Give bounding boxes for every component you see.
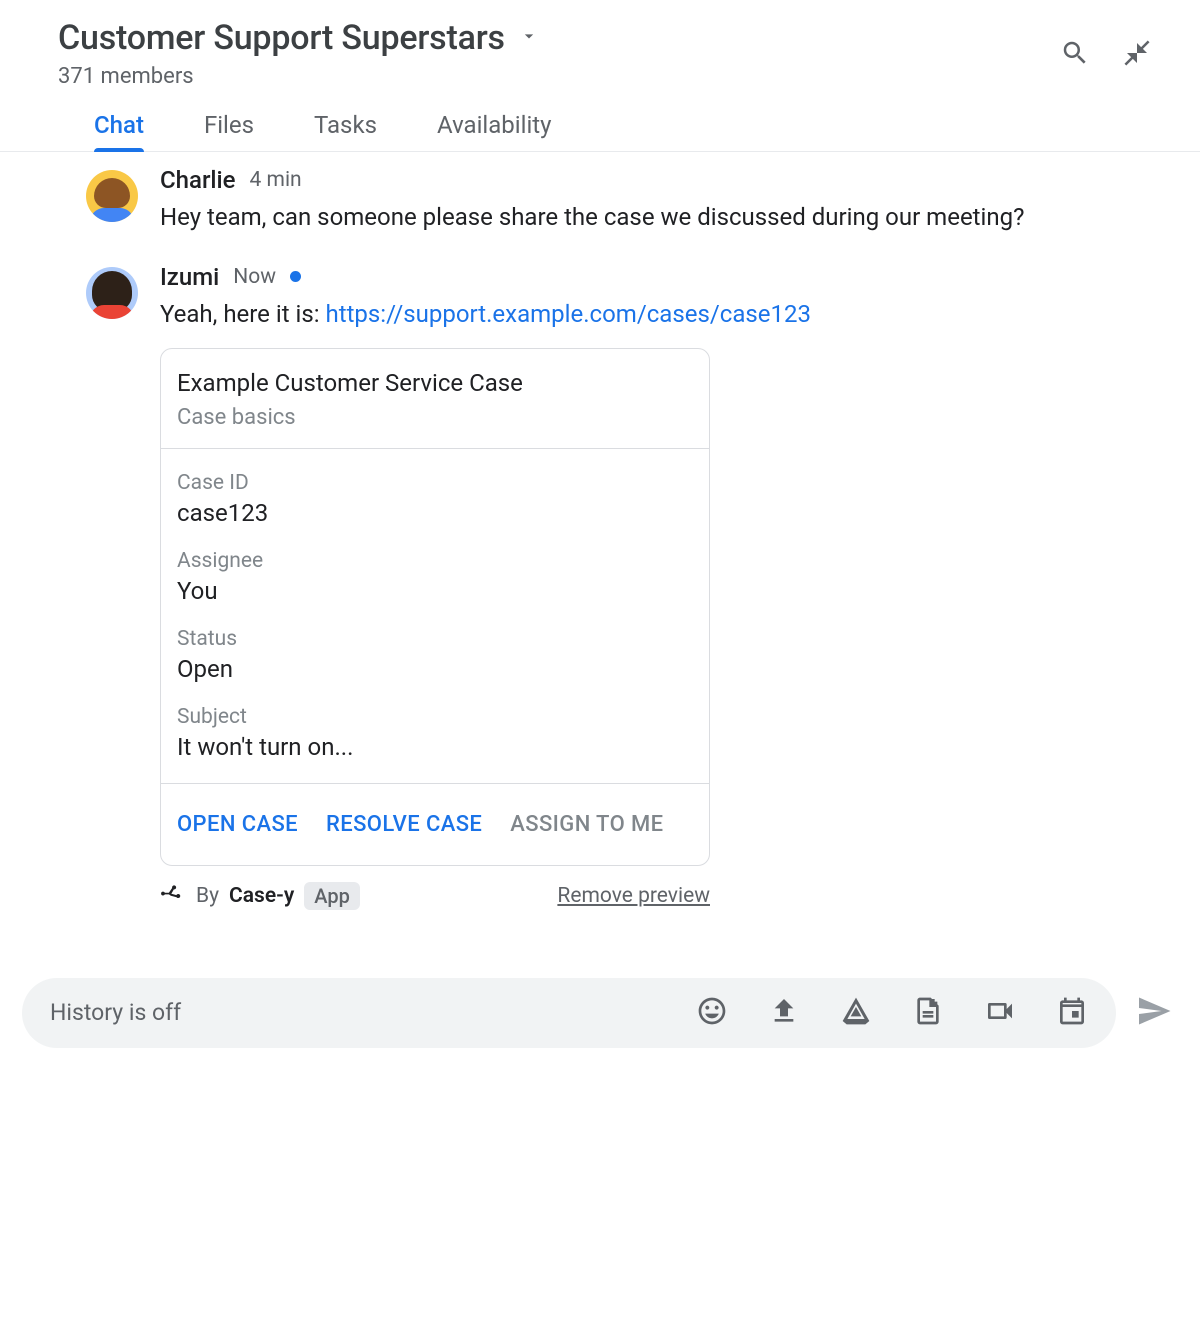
case-link[interactable]: https://support.example.com/cases/case12… xyxy=(326,300,811,328)
message: Charlie 4 min Hey team, can someone plea… xyxy=(86,166,1200,263)
byline-by: By xyxy=(196,884,219,908)
tab-availability[interactable]: Availability xyxy=(437,111,552,151)
member-count: 371 members xyxy=(58,64,539,89)
message: Izumi Now Yeah, here it is: https://supp… xyxy=(86,263,1200,940)
field-label: Subject xyxy=(177,705,693,729)
message-author[interactable]: Charlie xyxy=(160,166,236,194)
avatar[interactable] xyxy=(86,170,138,222)
assign-to-me-button[interactable]: ASSIGN TO ME xyxy=(510,812,663,837)
tab-bar: Chat Files Tasks Availability xyxy=(0,89,1200,152)
message-text: Yeah, here it is: https://support.exampl… xyxy=(160,297,1140,332)
field-label: Status xyxy=(177,627,693,651)
create-doc-icon[interactable] xyxy=(912,995,944,1031)
link-preview-card: Example Customer Service Case Case basic… xyxy=(160,348,710,866)
message-time: Now xyxy=(233,265,276,289)
message-text: Hey team, can someone please share the c… xyxy=(160,200,1140,235)
tab-chat[interactable]: Chat xyxy=(94,111,144,151)
field-value: It won't turn on... xyxy=(177,733,693,761)
message-author[interactable]: Izumi xyxy=(160,263,219,291)
field-value: Open xyxy=(177,655,693,683)
remove-preview-link[interactable]: Remove preview xyxy=(557,884,710,908)
search-icon[interactable] xyxy=(1060,38,1090,72)
webhook-icon xyxy=(160,880,186,912)
emoji-icon[interactable] xyxy=(696,995,728,1031)
unread-dot-icon xyxy=(290,271,301,282)
calendar-icon[interactable] xyxy=(1056,995,1088,1031)
send-icon[interactable] xyxy=(1136,993,1172,1033)
resolve-case-button[interactable]: RESOLVE CASE xyxy=(326,812,482,837)
collapse-icon[interactable] xyxy=(1122,38,1152,72)
upload-icon[interactable] xyxy=(768,995,800,1031)
field-label: Assignee xyxy=(177,549,693,573)
byline-app-name[interactable]: Case-y xyxy=(229,884,294,908)
avatar[interactable] xyxy=(86,267,138,319)
space-title[interactable]: Customer Support Superstars xyxy=(58,18,505,58)
tab-tasks[interactable]: Tasks xyxy=(314,111,377,151)
field-value: case123 xyxy=(177,499,693,527)
app-badge: App xyxy=(304,882,360,910)
message-time: 4 min xyxy=(250,168,302,192)
video-icon[interactable] xyxy=(984,995,1016,1031)
preview-footer: By Case-y App Remove preview xyxy=(160,880,710,912)
composer-placeholder: History is off xyxy=(50,999,181,1026)
card-title: Example Customer Service Case xyxy=(177,369,693,397)
drive-icon[interactable] xyxy=(840,995,872,1031)
dropdown-icon[interactable] xyxy=(519,26,539,50)
field-label: Case ID xyxy=(177,471,693,495)
tab-files[interactable]: Files xyxy=(204,111,254,151)
message-text-part: Yeah, here it is: xyxy=(160,300,326,328)
card-subtitle: Case basics xyxy=(177,405,693,430)
open-case-button[interactable]: OPEN CASE xyxy=(177,812,298,837)
field-value: You xyxy=(177,577,693,605)
message-composer[interactable]: History is off xyxy=(22,978,1116,1048)
